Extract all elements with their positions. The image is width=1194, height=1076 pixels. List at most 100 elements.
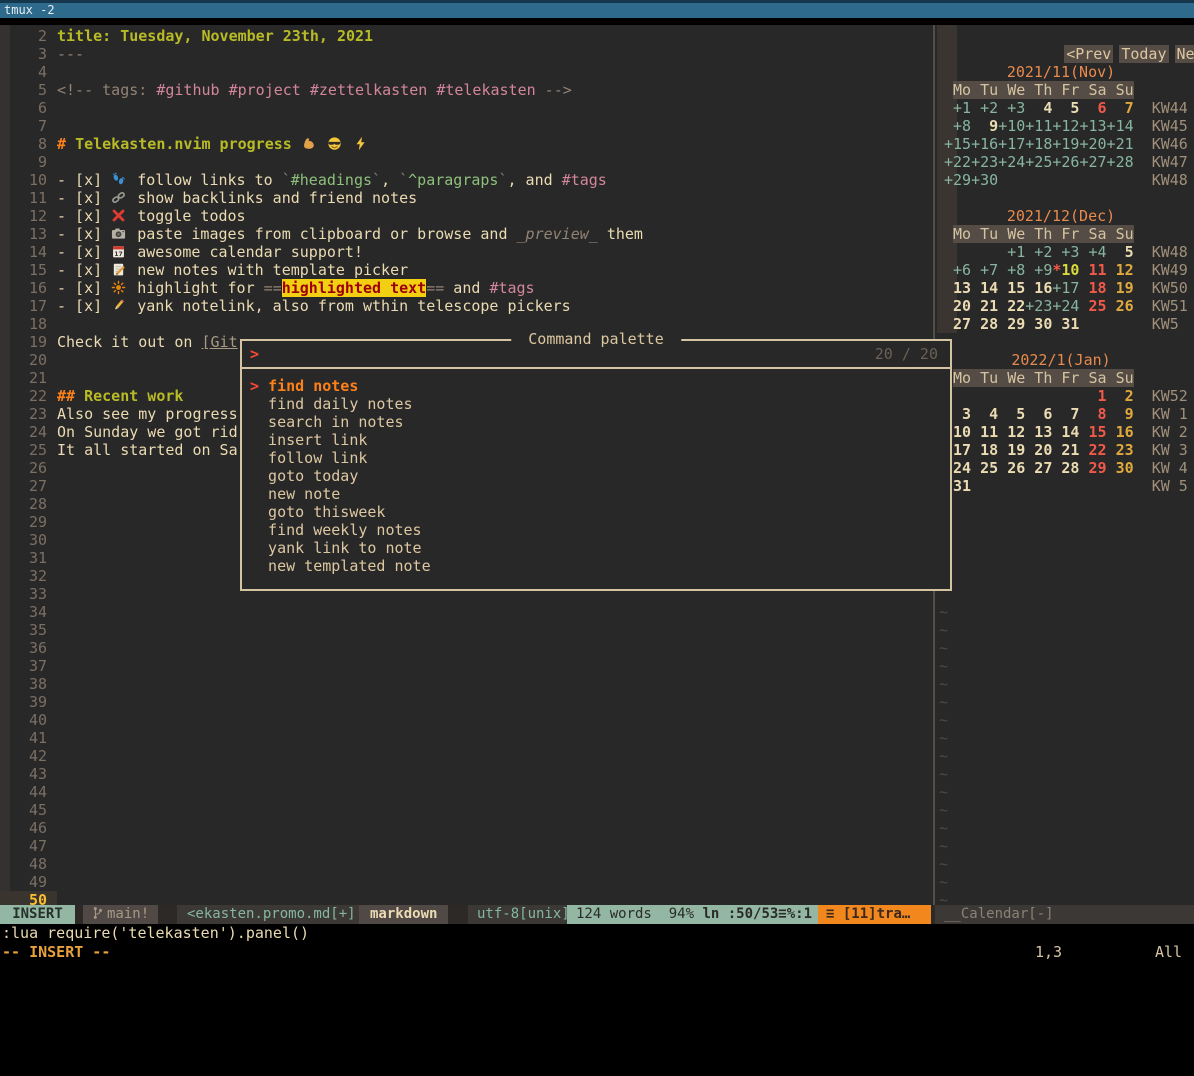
calendar-week-row[interactable]: +1 +2 +3 4 5 6 7 KW44: [944, 99, 1188, 117]
palette-item-find-weekly-notes[interactable]: find weekly notes: [250, 521, 431, 539]
bolt-icon: [353, 136, 370, 151]
calendar-week-number: KW50: [1152, 279, 1188, 297]
line-number: 46: [10, 819, 47, 837]
line-number: 40: [10, 711, 47, 729]
calendar-week-number: KW5: [1152, 315, 1179, 333]
calendar-week-row[interactable]: 27 28 29 30 31 KW5: [944, 315, 1179, 333]
palette-item-insert-link[interactable]: insert link: [250, 431, 431, 449]
calendar-week-row[interactable]: 10 11 12 13 14 15 16 KW 2: [944, 423, 1188, 441]
palette-item-new-templated-note[interactable]: new templated note: [250, 557, 431, 575]
line-number: 8: [10, 135, 47, 153]
line-number: 44: [10, 783, 47, 801]
line-number: 43: [10, 765, 47, 783]
calendar-week-row[interactable]: 24 25 26 27 28 29 30 KW 4: [944, 459, 1188, 477]
empty-line-tilde: ~: [939, 819, 948, 837]
camera-icon: [111, 226, 128, 241]
empty-line-tilde: ~: [939, 693, 948, 711]
empty-line-tilde: ~: [939, 801, 948, 819]
line-number: 3: [10, 45, 47, 63]
calendar-prev-button[interactable]: <Prev: [1064, 45, 1113, 63]
statusline-mode: INSERT: [0, 905, 75, 924]
calendar-week-row[interactable]: 17 18 19 20 21 22 23 KW 3: [944, 441, 1188, 459]
calendar-week-row[interactable]: 13 14 15 16+17 18 19 KW50: [944, 279, 1188, 297]
line-number: 39: [10, 693, 47, 711]
calendar-week-number: KW47: [1152, 153, 1188, 171]
empty-line-tilde: ~: [939, 873, 948, 891]
calendar-week-number: KW48: [1152, 243, 1188, 261]
sun-icon: [111, 280, 128, 295]
line-number: 20: [10, 351, 47, 369]
calendar-week-row[interactable]: 1 2 KW52: [944, 387, 1188, 405]
calendar-weekday-header: Mo Tu We Th Fr Sa Su: [944, 369, 1134, 387]
line-number: 19: [10, 333, 47, 351]
calendar-week-number: KW45: [1152, 117, 1188, 135]
palette-item-follow-link[interactable]: follow link: [250, 449, 431, 467]
calendar-month-title: 2021/12(Dec): [944, 207, 1178, 225]
line-number: 7: [10, 117, 47, 135]
git-branch-icon: [92, 906, 103, 926]
line-number: 18: [10, 315, 47, 333]
calendar-week-number: KW51: [1152, 297, 1188, 315]
line-number: 47: [10, 837, 47, 855]
palette-item-goto-today[interactable]: goto today: [250, 467, 431, 485]
palette-item-new-note[interactable]: new note: [250, 485, 431, 503]
cross-icon: [111, 208, 128, 223]
tmux-titlebar: tmux -2: [0, 0, 1194, 18]
empty-line-tilde: ~: [939, 729, 948, 747]
mode-line: -- INSERT -- 1,3 All: [0, 943, 1194, 962]
cool-face-icon: [327, 136, 344, 151]
line-number: 21: [10, 369, 47, 387]
calendar-week-row[interactable]: 31 KW 5: [944, 477, 1188, 495]
calendar-nav: <PrevTodayNext>: [1010, 27, 1194, 45]
line-number: 11: [10, 189, 47, 207]
line-number: 24: [10, 423, 47, 441]
empty-line-tilde: ~: [939, 855, 948, 873]
line-number: 37: [10, 657, 47, 675]
line-number: 30: [10, 531, 47, 549]
line-number: 22: [10, 387, 47, 405]
calendar-month-title: 2021/11(Nov): [944, 63, 1178, 81]
line-number: 25: [10, 441, 47, 459]
palette-item-find-notes[interactable]: > find notes: [250, 377, 431, 395]
calendar-week-row[interactable]: +1 +2 +3 +4 5 KW48: [944, 243, 1188, 261]
line-number: 12: [10, 207, 47, 225]
calendar-week-row[interactable]: 3 4 5 6 7 8 9 KW 1: [944, 405, 1188, 423]
palette-item-search-in-notes[interactable]: search in notes: [250, 413, 431, 431]
line-number: 29: [10, 513, 47, 531]
palette-prompt[interactable]: > 20 / 20: [242, 341, 950, 369]
line-number: 17: [10, 297, 47, 315]
calendar-week-row[interactable]: 20 21 22+23+24 25 26 KW51: [944, 297, 1188, 315]
line-number: 28: [10, 495, 47, 513]
line-number: 41: [10, 729, 47, 747]
calendar-today-button[interactable]: Today: [1119, 45, 1168, 63]
calendar-week-number: KW48: [1152, 171, 1188, 189]
palette-item-find-daily-notes[interactable]: find daily notes: [250, 395, 431, 413]
palette-results: > find notes find daily notes search in …: [250, 377, 431, 575]
calendar-weekday-header: Mo Tu We Th Fr Sa Su: [944, 225, 1134, 243]
calendar-week-row[interactable]: +29+30 KW48: [944, 171, 1188, 189]
line-number: 49: [10, 873, 47, 891]
calendar-week-number: KW44: [1152, 99, 1188, 117]
calendar-next-button[interactable]: Next>: [1175, 45, 1194, 63]
palette-item-yank-link-to-note[interactable]: yank link to note: [250, 539, 431, 557]
statusline-stats: 124 words 94% ln :50/53≡%:1: [567, 905, 821, 924]
line-number: 34: [10, 603, 47, 621]
statusline-encoding: utf-8[unix]: [468, 905, 579, 924]
calendar-weekday-header: Mo Tu We Th Fr Sa Su: [944, 81, 1134, 99]
calendar-week-row[interactable]: +6 +7 +8 +9*10 11 12 KW49: [944, 261, 1188, 279]
palette-item-goto-thisweek[interactable]: goto thisweek: [250, 503, 431, 521]
statusline-filename: <ekasten.promo.md[+]: [177, 905, 366, 924]
calendar-week-number: KW 5: [1152, 477, 1188, 495]
terminal-screen: 2title: Tuesday, November 23th, 20213---…: [0, 25, 1194, 905]
empty-line-tilde: ~: [939, 747, 948, 765]
calendar-week-row[interactable]: +22+23+24+25+26+27+28 KW47: [944, 153, 1188, 171]
line-number: 32: [10, 567, 47, 585]
calendar-week-row[interactable]: +15+16+17+18+19+20+21 KW46: [944, 135, 1188, 153]
line-number: 36: [10, 639, 47, 657]
line-number: 14: [10, 243, 47, 261]
empty-line-tilde: ~: [939, 639, 948, 657]
command-line[interactable]: :lua require('telekasten').panel(): [2, 924, 309, 943]
calendar-week-row[interactable]: +8 9+10+11+12+13+14 KW45: [944, 117, 1188, 135]
line-number: 45: [10, 801, 47, 819]
calendar-week-number: KW 1: [1152, 405, 1188, 423]
